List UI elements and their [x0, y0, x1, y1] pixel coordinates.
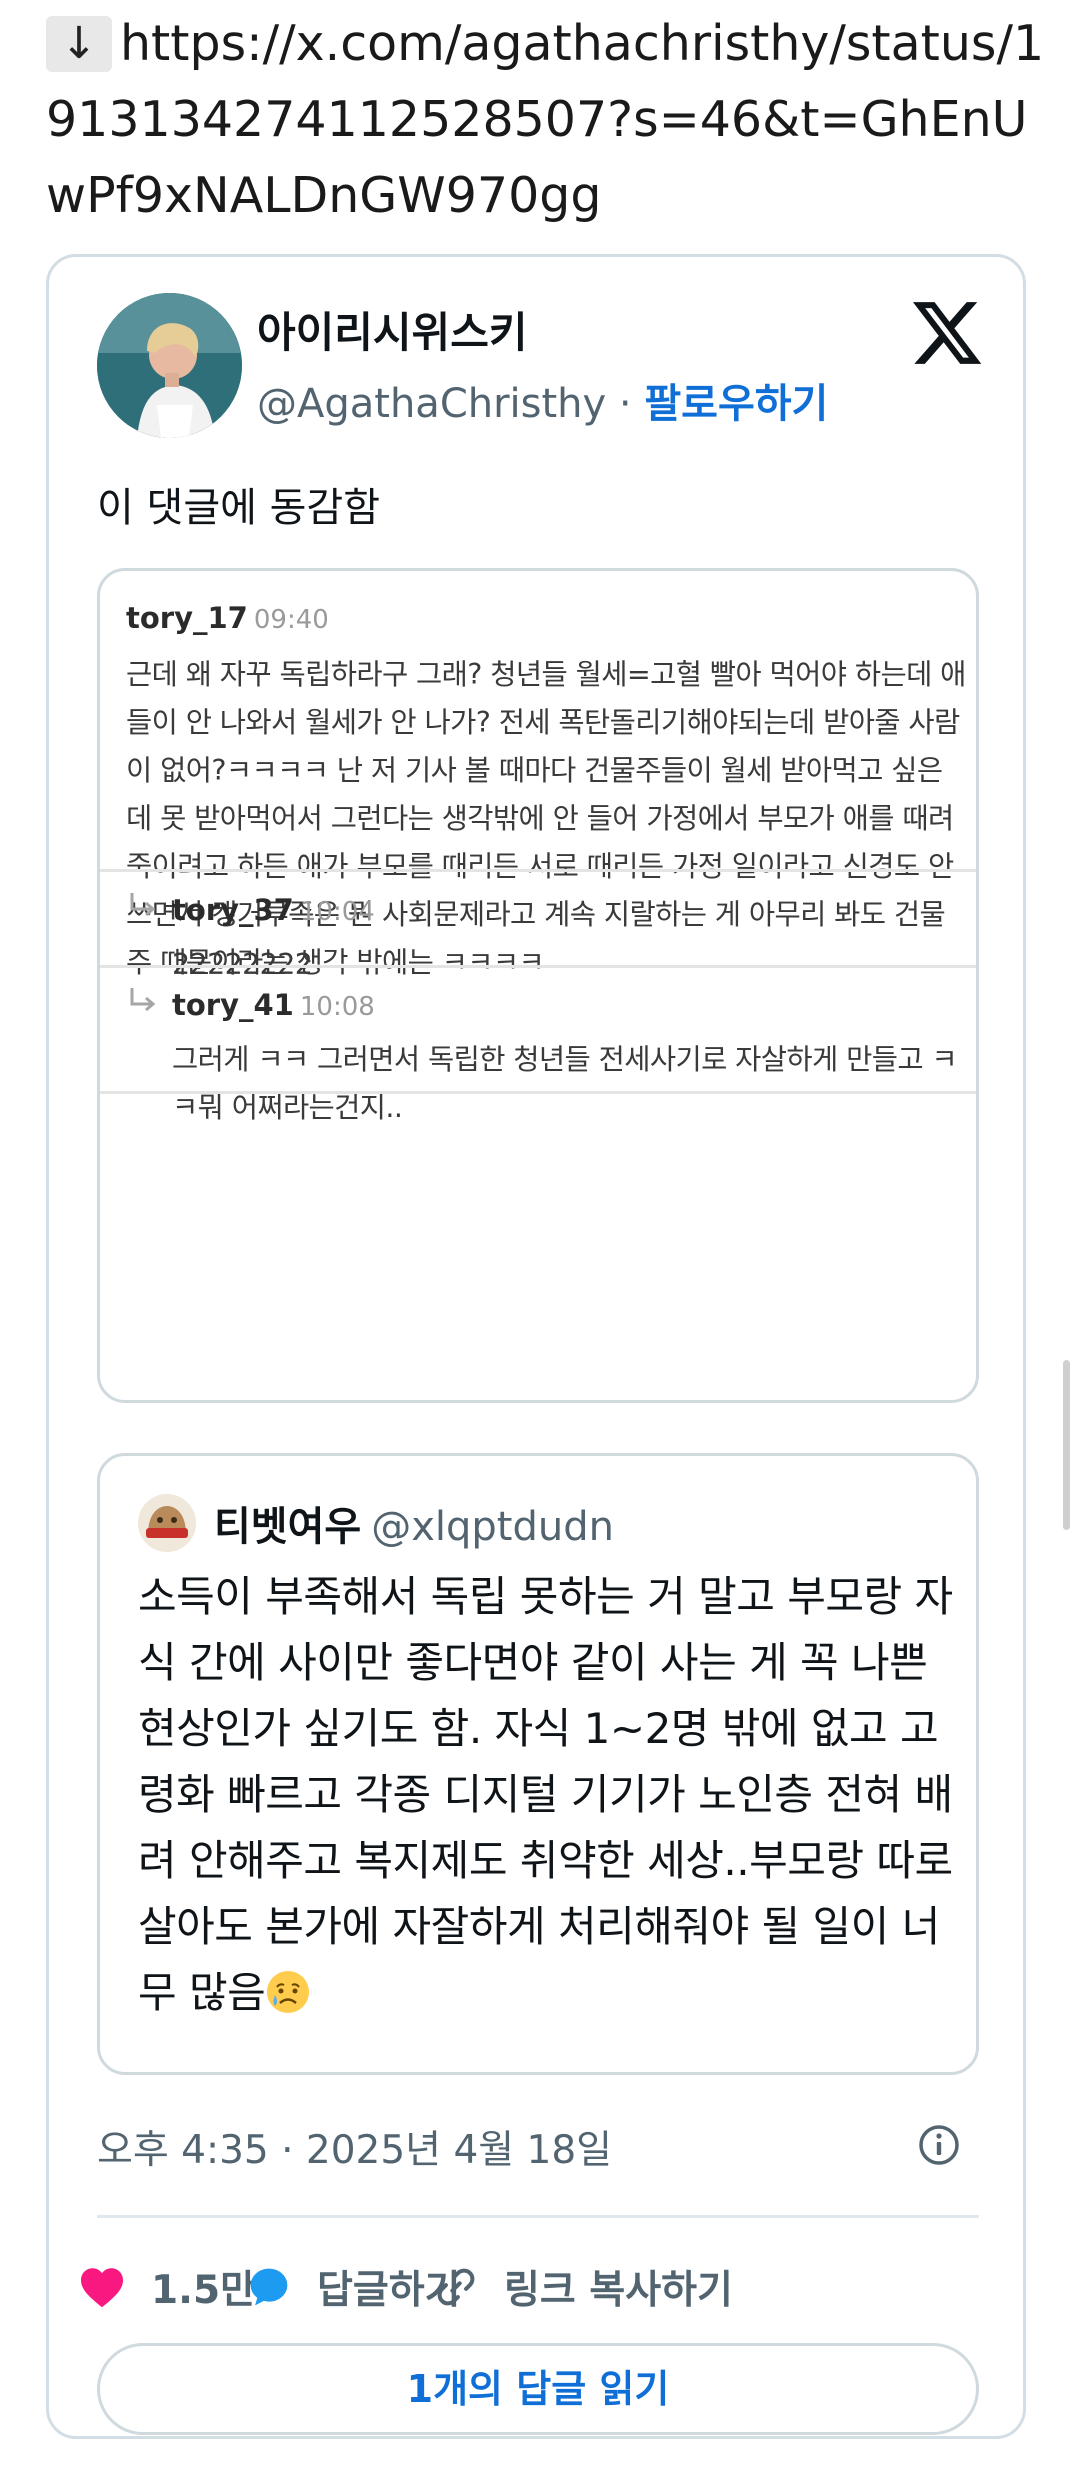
author-handle[interactable]: @AgathaChristhy [257, 381, 606, 427]
reply-time: 10:04 [299, 897, 375, 927]
down-arrow-icon: ↓ [46, 16, 112, 72]
author-handle-row: @AgathaChristhy · 팔로우하기 [257, 371, 828, 429]
reply-text: 그러게 ㅋㅋ 그러면서 독립한 청년들 전세사기로 자살하게 만들고 ㅋㅋ뭐 어… [172, 1043, 958, 1124]
x-logo-icon[interactable] [909, 295, 985, 371]
read-replies-button[interactable]: 1개의 답글 읽기 [97, 2343, 979, 2435]
quoted-author-avatar[interactable] [138, 1494, 196, 1552]
like-count: 1.5만 [151, 2268, 256, 2313]
reply-comment-2: tory_41 10:08 그러게 ㅋㅋ 그러면서 독립한 청년들 전세사기로 자… [126, 988, 966, 1132]
quoted-text-content: 소득이 부족해서 독립 못하는 거 말고 부모랑 자식 간에 사이만 좋다면야 … [138, 1572, 953, 2017]
author-avatar[interactable] [97, 293, 242, 438]
tweet-url[interactable]: https://x.com/agathachristhy/status/1913… [46, 15, 1044, 224]
comment-divider [100, 1091, 976, 1094]
comment-time: 09:40 [253, 605, 329, 635]
reply-button[interactable]: 답글하기 [247, 2257, 461, 2317]
sad-emoji-icon [267, 1971, 310, 2013]
comment-user: tory_17 [126, 601, 248, 635]
reply-user: tory_41 [172, 988, 294, 1022]
reply-user: tory_37 [172, 893, 294, 927]
comment-divider [100, 965, 976, 968]
quoted-author-name-row: 티벳여우 @xlqptdudn [214, 1494, 614, 1552]
quoted-tweet[interactable]: 티벳여우 @xlqptdudn 소득이 부족해서 독립 못하는 거 말고 부모랑 … [97, 1453, 979, 2075]
comment-divider [100, 869, 976, 872]
like-button[interactable]: 1.5만 [79, 2257, 256, 2317]
attached-comment-screenshot[interactable]: tory_17 09:40 근데 왜 자꾸 독립하라구 그래? 청년들 월세=고혈… [97, 568, 979, 1403]
info-icon[interactable] [917, 2123, 961, 2167]
heart-icon [81, 2268, 123, 2308]
reply-arrow-icon [130, 988, 156, 1012]
tweet-text: 이 댓글에 동감함 [97, 485, 381, 531]
copy-link-label: 링크 복사하기 [504, 2268, 733, 2313]
quoted-author-name[interactable]: 티벳여우 [214, 1504, 361, 1550]
link-icon [437, 2268, 475, 2306]
quoted-author-handle[interactable]: @xlqptdudn [371, 1504, 614, 1550]
action-divider [97, 2215, 979, 2218]
reply-time: 10:08 [299, 992, 375, 1022]
follow-button[interactable]: 팔로우하기 [644, 381, 828, 427]
speech-bubble-icon [250, 2268, 288, 2306]
quoted-tweet-text: 소득이 부족해서 독립 못하는 거 말고 부모랑 자식 간에 사이만 좋다면야 … [138, 1564, 958, 2026]
scrollbar-thumb[interactable] [1063, 1360, 1070, 1530]
reply-comment-1: tory_37 10:04 22222222 [126, 893, 966, 989]
handle-separator: · [606, 381, 645, 427]
reply-arrow-icon [130, 893, 156, 917]
url-text-block[interactable]: ↓ https://x.com/agathachristhy/status/191… [46, 6, 1046, 234]
author-display-name[interactable]: 아이리시위스키 [257, 299, 527, 360]
tweet-timestamp[interactable]: 오후 4:35 · 2025년 4월 18일 [97, 2119, 612, 2175]
tweet-embed-card: 아이리시위스키 @AgathaChristhy · 팔로우하기 이 댓글에 동감… [46, 254, 1026, 2439]
copy-link-button[interactable]: 링크 복사하기 [434, 2257, 733, 2317]
